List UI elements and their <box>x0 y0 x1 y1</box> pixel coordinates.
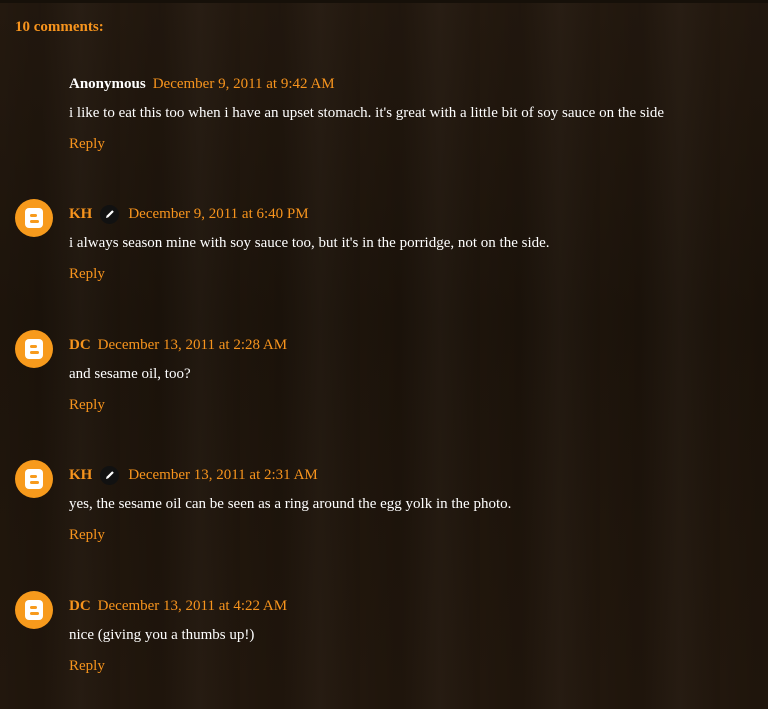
reply-link[interactable]: Reply <box>69 397 105 414</box>
comment-date-link[interactable]: December 13, 2011 at 2:31 AM <box>128 467 317 484</box>
comment-date-link[interactable]: December 9, 2011 at 6:40 PM <box>128 206 308 223</box>
comment-date-link[interactable]: December 13, 2011 at 2:28 AM <box>98 337 287 354</box>
reply-link[interactable]: Reply <box>69 136 105 153</box>
comment-body: yes, the sesame oil can be seen as a rin… <box>69 496 512 512</box>
comment-author-link[interactable]: DC <box>69 598 91 615</box>
comment-header: KH December 9, 2011 at 6:40 PM <box>69 204 309 224</box>
blogger-icon[interactable] <box>15 591 53 629</box>
comment-author-link[interactable]: DC <box>69 337 91 354</box>
comment-body: nice (giving you a thumbs up!) <box>69 627 255 643</box>
reply-link[interactable]: Reply <box>69 266 105 283</box>
comment-body: i like to eat this too when i have an up… <box>69 105 665 121</box>
comment-body: i always season mine with soy sauce too,… <box>69 235 550 251</box>
comment-header: DC December 13, 2011 at 2:28 AM <box>69 335 287 355</box>
comments-count: 10 comments: <box>15 19 104 35</box>
pencil-icon <box>100 465 120 485</box>
blogger-icon[interactable] <box>15 199 53 237</box>
pencil-icon <box>100 204 120 224</box>
reply-link[interactable]: Reply <box>69 658 105 675</box>
comment-header: DC December 13, 2011 at 4:22 AM <box>69 596 287 616</box>
reply-link[interactable]: Reply <box>69 527 105 544</box>
comment-date-link[interactable]: December 13, 2011 at 4:22 AM <box>98 598 287 615</box>
comment-author-link[interactable]: KH <box>69 206 92 223</box>
blogger-icon[interactable] <box>15 460 53 498</box>
comment-date-link[interactable]: December 9, 2011 at 9:42 AM <box>153 76 335 93</box>
comment-body: and sesame oil, too? <box>69 366 191 382</box>
comment-author: Anonymous <box>69 75 146 92</box>
comments-section: 10 comments: Anonymous December 9, 2011 … <box>0 0 768 709</box>
blogger-icon[interactable] <box>15 330 53 368</box>
comment-author-link[interactable]: KH <box>69 467 92 484</box>
comment-header: Anonymous December 9, 2011 at 9:42 AM <box>69 74 335 94</box>
comment-header: KH December 13, 2011 at 2:31 AM <box>69 465 318 485</box>
